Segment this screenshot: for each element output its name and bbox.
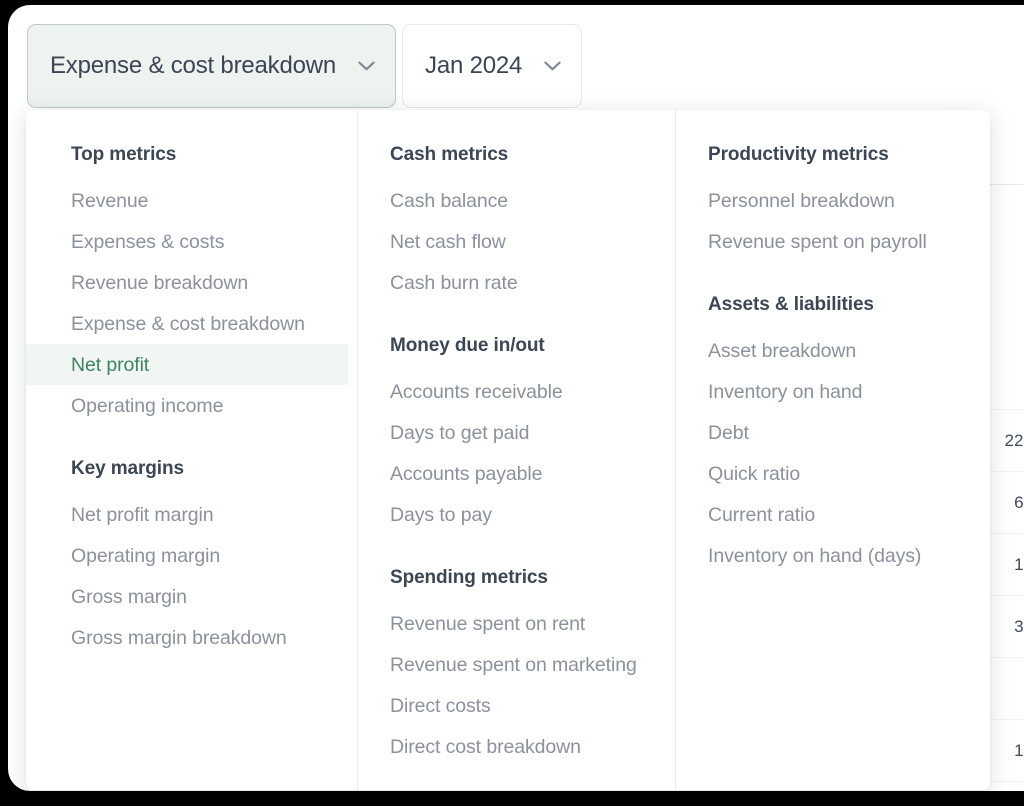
- menu-group-title: Top metrics: [26, 140, 357, 170]
- menu-item-expense-cost-breakdown[interactable]: Expense & cost breakdown: [26, 303, 357, 344]
- menu-item-cash-burn-rate[interactable]: Cash burn rate: [358, 262, 675, 303]
- table-cell: 22,6: [1005, 431, 1024, 451]
- app-window: st 22,6 6,0 1,2 3,5 6 1,0 Expense & cost…: [8, 5, 1024, 791]
- dropdown-column-1: Top metrics Revenue Expenses & costs Rev…: [26, 110, 357, 790]
- menu-item-revenue-spent-on-rent[interactable]: Revenue spent on rent: [358, 603, 675, 644]
- menu-group-title: Cash metrics: [358, 140, 675, 170]
- menu-item-direct-costs[interactable]: Direct costs: [358, 685, 675, 726]
- menu-group: Productivity metrics Personnel breakdown…: [676, 140, 990, 262]
- menu-item-asset-breakdown[interactable]: Asset breakdown: [676, 330, 990, 371]
- menu-item-revenue-spent-on-marketing[interactable]: Revenue spent on marketing: [358, 644, 675, 685]
- menu-item-accounts-receivable[interactable]: Accounts receivable: [358, 371, 675, 412]
- dropdown-column-2: Cash metrics Cash balance Net cash flow …: [357, 110, 675, 790]
- menu-group-title: Money due in/out: [358, 331, 675, 361]
- menu-item-operating-margin[interactable]: Operating margin: [26, 535, 357, 576]
- menu-item-current-ratio[interactable]: Current ratio: [676, 494, 990, 535]
- period-select-button[interactable]: Jan 2024: [402, 24, 582, 108]
- table-cell: 3,5: [1014, 617, 1024, 637]
- menu-item-accounts-payable[interactable]: Accounts payable: [358, 453, 675, 494]
- menu-item-days-to-pay[interactable]: Days to pay: [358, 494, 675, 535]
- menu-group-title: Assets & liabilities: [676, 290, 990, 320]
- menu-group: Key margins Net profit margin Operating …: [26, 454, 357, 658]
- menu-item-net-profit-margin[interactable]: Net profit margin: [26, 494, 357, 535]
- menu-item-debt[interactable]: Debt: [676, 412, 990, 453]
- menu-item-inventory-on-hand[interactable]: Inventory on hand: [676, 371, 990, 412]
- menu-group-title: Productivity metrics: [676, 140, 990, 170]
- toolbar: Expense & cost breakdown Jan 2024: [8, 5, 582, 115]
- menu-group: Top metrics Revenue Expenses & costs Rev…: [26, 140, 357, 426]
- menu-item-expenses-costs[interactable]: Expenses & costs: [26, 221, 357, 262]
- menu-item-revenue[interactable]: Revenue: [26, 180, 357, 221]
- menu-item-net-cash-flow[interactable]: Net cash flow: [358, 221, 675, 262]
- metric-dropdown-panel: Top metrics Revenue Expenses & costs Rev…: [26, 110, 990, 790]
- menu-item-days-to-get-paid[interactable]: Days to get paid: [358, 412, 675, 453]
- menu-group-title: Key margins: [26, 454, 357, 484]
- metric-select-value: Expense & cost breakdown: [50, 52, 336, 80]
- chevron-down-icon: [358, 61, 375, 71]
- metric-select-button[interactable]: Expense & cost breakdown: [27, 24, 396, 108]
- table-cell: 6,0: [1014, 493, 1024, 513]
- dropdown-column-3: Productivity metrics Personnel breakdown…: [675, 110, 990, 790]
- menu-group: Assets & liabilities Asset breakdown Inv…: [676, 290, 990, 576]
- menu-item-gross-margin[interactable]: Gross margin: [26, 576, 357, 617]
- table-cell: 1,2: [1014, 555, 1024, 575]
- menu-group-title: Spending metrics: [358, 563, 675, 593]
- menu-group: Cash metrics Cash balance Net cash flow …: [358, 140, 675, 303]
- chevron-down-icon: [544, 61, 561, 71]
- menu-item-direct-cost-breakdown[interactable]: Direct cost breakdown: [358, 726, 675, 767]
- menu-item-operating-income[interactable]: Operating income: [26, 385, 357, 426]
- menu-item-revenue-breakdown[interactable]: Revenue breakdown: [26, 262, 357, 303]
- table-cell: 1,0: [1014, 741, 1024, 761]
- menu-group: Spending metrics Revenue spent on rent R…: [358, 563, 675, 767]
- menu-item-net-profit[interactable]: Net profit: [26, 344, 348, 385]
- menu-item-gross-margin-breakdown[interactable]: Gross margin breakdown: [26, 617, 357, 658]
- menu-item-revenue-spent-on-payroll[interactable]: Revenue spent on payroll: [676, 221, 990, 262]
- menu-group: Money due in/out Accounts receivable Day…: [358, 331, 675, 535]
- menu-item-quick-ratio[interactable]: Quick ratio: [676, 453, 990, 494]
- menu-item-personnel-breakdown[interactable]: Personnel breakdown: [676, 180, 990, 221]
- period-select-value: Jan 2024: [425, 52, 522, 80]
- menu-item-cash-balance[interactable]: Cash balance: [358, 180, 675, 221]
- menu-item-inventory-on-hand-days[interactable]: Inventory on hand (days): [676, 535, 990, 576]
